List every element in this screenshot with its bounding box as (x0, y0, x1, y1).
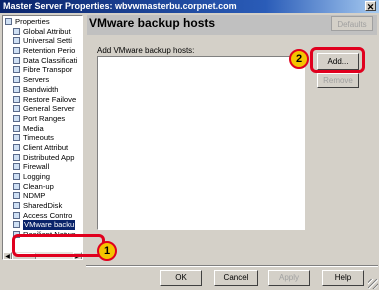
page-icon (13, 105, 20, 113)
page-icon (13, 85, 20, 93)
tree-item-label: Distributed App (23, 152, 75, 162)
tree-item-label: Port Ranges (23, 113, 66, 123)
tree-item[interactable]: Retention Perio (5, 46, 81, 56)
dialog-body: Properties Global Attribut Universal Setti… (0, 13, 379, 290)
tree-item[interactable]: Restore Failove (5, 95, 81, 105)
page-icon (13, 221, 20, 229)
tree-item[interactable]: Data Classificati (5, 56, 81, 66)
tree-item[interactable]: Bandwidth (5, 85, 81, 95)
page-icon (13, 66, 20, 74)
tree-item-label: SharedDisk (23, 201, 63, 211)
tree-item-label: Clean-up (23, 181, 54, 191)
tree-item-label: Fibre Transpor (23, 65, 73, 75)
properties-tree[interactable]: Properties Global Attribut Universal Setti… (2, 15, 83, 260)
tree-item-label: General Server (23, 104, 75, 114)
page-icon (13, 56, 20, 64)
tree-item[interactable]: NDMP (5, 191, 81, 201)
page-icon (13, 143, 20, 151)
backup-hosts-label: Add VMware backup hosts: (97, 46, 195, 55)
page-icon (13, 202, 20, 210)
tree-item-label: Timeouts (23, 133, 54, 143)
page-icon (13, 95, 20, 103)
tree-item-label: VMware backu (23, 220, 76, 231)
step-2-callout: 2 (289, 49, 309, 69)
page-icon (13, 192, 20, 200)
tree-item[interactable]: Properties (5, 17, 81, 27)
footer-divider (86, 265, 378, 267)
tree-item-label: Restore Failove (23, 94, 77, 104)
scroll-left-icon[interactable]: ◀ (3, 252, 12, 259)
title-bar: Master Server Properties: wbvwmasterbu.c… (0, 0, 379, 13)
tree-item-label: Data Classificati (23, 55, 78, 65)
page-icon (13, 124, 20, 132)
page-icon (13, 47, 20, 55)
page-icon (13, 182, 20, 190)
page-icon (13, 76, 20, 84)
tree-item-label: Bandwidth (23, 84, 59, 94)
tree-item[interactable]: Timeouts (5, 133, 81, 143)
remove-button[interactable]: Remove (317, 73, 359, 88)
page-icon (5, 18, 12, 25)
tree-item[interactable]: Client Attribut (5, 143, 81, 153)
close-icon[interactable]: ✕ (365, 1, 376, 12)
page-icon (13, 163, 20, 171)
resize-grip-icon[interactable] (368, 279, 378, 289)
tree-item[interactable]: Clean-up (5, 182, 81, 192)
apply-button[interactable]: Apply (268, 270, 310, 286)
tree-item-label: Retention Perio (23, 46, 76, 56)
tree-item[interactable]: Firewall (5, 162, 81, 172)
page-title: VMware backup hosts (89, 16, 216, 30)
tree-item-label: Media (23, 123, 44, 133)
tree-list: Properties Global Attribut Universal Setti… (5, 17, 81, 240)
page-header: VMware backup hosts Defaults (87, 15, 377, 35)
tree-item[interactable]: Universal Setti (5, 36, 81, 46)
page-icon (13, 134, 20, 142)
tree-item[interactable]: Media (5, 124, 81, 134)
tree-item-label: Properties (15, 17, 50, 26)
step-1-callout: 1 (97, 241, 117, 261)
tree-item-label: Logging (23, 172, 51, 181)
add-button-highlight (310, 47, 365, 73)
tree-item[interactable]: General Server (5, 104, 81, 114)
tree-item[interactable]: SharedDisk (5, 201, 81, 211)
tree-item[interactable]: Global Attribut (5, 27, 81, 37)
ok-button[interactable]: OK (160, 270, 202, 286)
window-title: Master Server Properties: wbvwmasterbu.c… (3, 1, 237, 11)
tree-item[interactable]: Distributed App (5, 153, 81, 163)
vmware-item-highlight (12, 234, 105, 257)
page-icon (13, 114, 20, 122)
tree-item-label: Universal Setti (23, 36, 72, 46)
cancel-button[interactable]: Cancel (214, 270, 258, 286)
tree-item[interactable]: Logging (5, 172, 81, 182)
tree-item-label: Servers (23, 75, 50, 85)
page-icon (13, 173, 20, 180)
backup-hosts-list[interactable] (97, 56, 305, 230)
tree-item-label: NDMP (23, 191, 46, 201)
tree-item-label: Client Attribut (23, 142, 69, 152)
tree-item-label: Global Attribut (23, 26, 71, 36)
page-icon (13, 37, 20, 45)
help-button[interactable]: Help (322, 270, 364, 286)
tree-item-label: Firewall (23, 162, 50, 172)
tree-item[interactable]: VMware backu (5, 220, 81, 231)
defaults-button[interactable]: Defaults (331, 16, 373, 31)
tree-item[interactable]: Fibre Transpor (5, 65, 81, 75)
page-icon (13, 153, 20, 161)
tree-item[interactable]: Port Ranges (5, 114, 81, 124)
page-icon (13, 27, 20, 35)
tree-item[interactable]: Access Contro (5, 211, 81, 221)
page-icon (13, 211, 20, 219)
tree-item-label: Access Contro (23, 210, 73, 220)
tree-item[interactable]: Servers (5, 75, 81, 85)
